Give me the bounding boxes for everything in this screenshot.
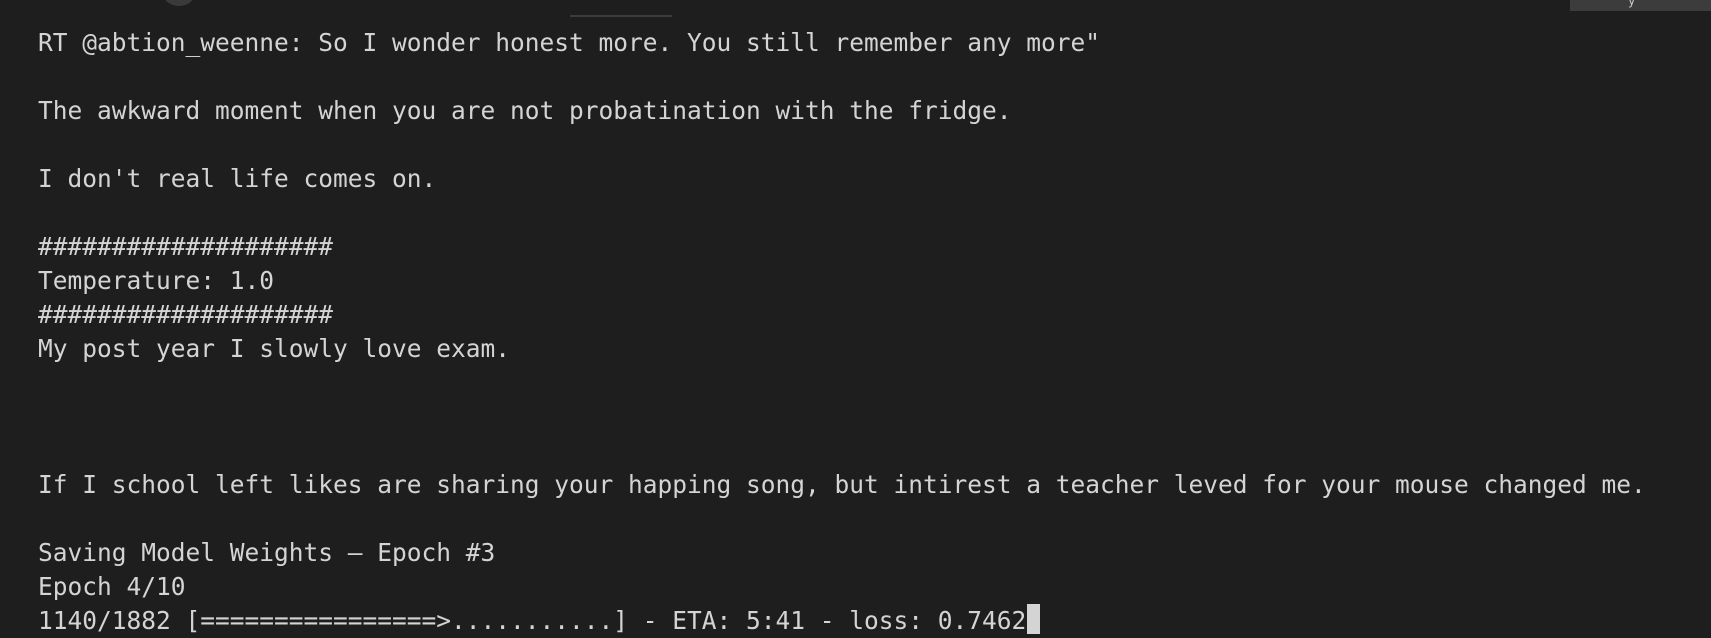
progress-line: 1140/1882 [================>...........]…: [38, 604, 1701, 638]
terminal-line: The awkward moment when you are not prob…: [38, 96, 1012, 125]
terminal-line: My post year I slowly love exam.: [38, 334, 511, 363]
progress-text: 1140/1882 [================>...........]…: [38, 606, 1027, 635]
top-tab-strip: y: [0, 0, 1711, 18]
top-right-panel-tab[interactable]: y: [1570, 0, 1711, 11]
terminal-line: Saving Model Weights — Epoch #3: [38, 538, 496, 567]
terminal-line: Temperature: 1.0: [38, 266, 275, 295]
terminal-line: ####################: [38, 300, 334, 329]
top-right-tab-label: y: [1628, 0, 1636, 8]
terminal-line: I don't real life comes on.: [38, 164, 437, 193]
terminal-line: RT @abtion_weenne: So I wonder honest mo…: [38, 28, 1101, 57]
tab-indicator-dot: [164, 0, 194, 6]
terminal-line: ####################: [38, 232, 334, 261]
terminal-cursor: [1027, 604, 1041, 634]
active-tab-underline: [570, 15, 672, 17]
terminal-line: If I school left likes are sharing your …: [38, 470, 1646, 499]
terminal-output[interactable]: RT @abtion_weenne: So I wonder honest mo…: [38, 26, 1701, 638]
terminal-line: Epoch 4/10: [38, 572, 186, 601]
